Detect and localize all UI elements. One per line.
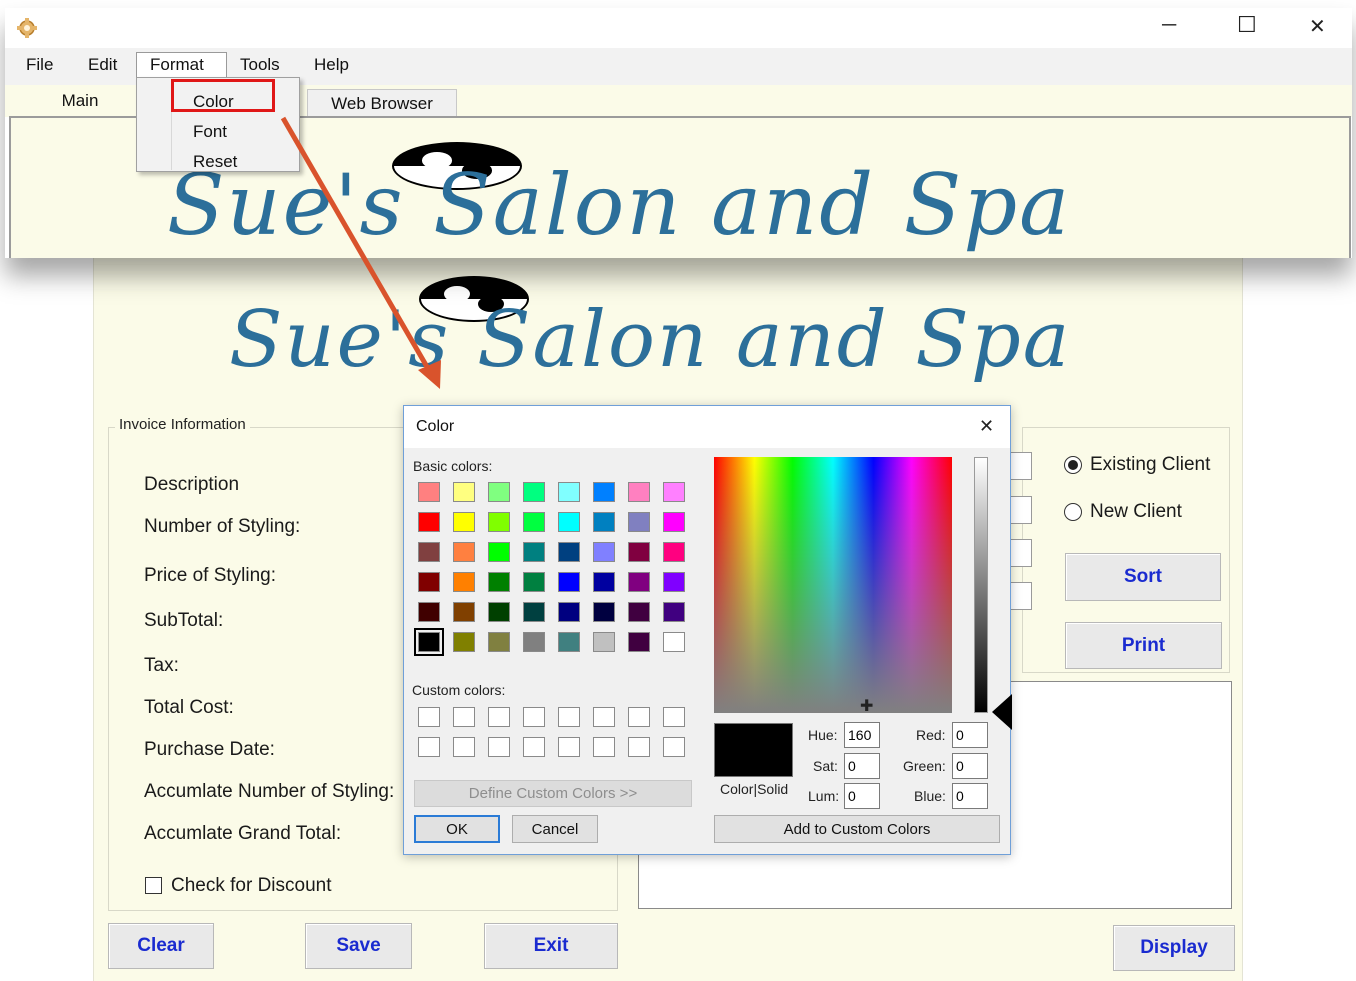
green-input[interactable]: 0 — [952, 753, 988, 779]
color-swatch[interactable] — [523, 632, 545, 652]
color-swatch[interactable] — [523, 482, 545, 502]
color-swatch[interactable] — [628, 572, 650, 592]
color-swatch[interactable] — [488, 602, 510, 622]
custom-color-slot[interactable] — [453, 707, 475, 727]
color-swatch[interactable] — [663, 572, 685, 592]
custom-color-slot[interactable] — [593, 707, 615, 727]
luminosity-pointer-icon[interactable] — [992, 694, 1012, 730]
color-solid-label: Color|Solid — [720, 781, 789, 797]
color-swatch[interactable] — [488, 542, 510, 562]
red-input[interactable]: 0 — [952, 722, 988, 748]
dialog-title: Color — [416, 418, 455, 435]
color-swatch[interactable] — [628, 512, 650, 532]
color-swatch[interactable] — [663, 632, 685, 652]
color-swatch[interactable] — [488, 512, 510, 532]
green-label: Green: — [903, 758, 946, 774]
custom-color-slot[interactable] — [628, 707, 650, 727]
custom-colors-grid — [418, 707, 698, 761]
custom-color-slot[interactable] — [418, 707, 440, 727]
sat-input[interactable]: 0 — [844, 753, 880, 779]
color-swatch[interactable] — [453, 572, 475, 592]
lum-input[interactable]: 0 — [844, 783, 880, 809]
ok-button[interactable]: OK — [414, 815, 500, 843]
basic-colors-grid — [414, 482, 698, 662]
color-swatch[interactable] — [558, 482, 580, 502]
custom-color-slot[interactable] — [523, 737, 545, 757]
color-swatch[interactable] — [453, 542, 475, 562]
custom-color-slot[interactable] — [453, 737, 475, 757]
color-swatch[interactable] — [593, 542, 615, 562]
custom-color-slot[interactable] — [593, 737, 615, 757]
color-swatch[interactable] — [558, 572, 580, 592]
color-swatch[interactable] — [593, 602, 615, 622]
hue-input[interactable]: 160 — [844, 722, 880, 748]
color-swatch[interactable] — [418, 512, 440, 532]
color-swatch[interactable] — [628, 632, 650, 652]
color-swatch[interactable] — [523, 572, 545, 592]
color-dialog: Color ✕ Basic colors: Custom colors: Def… — [403, 405, 1012, 855]
custom-color-slot[interactable] — [488, 737, 510, 757]
cancel-button[interactable]: Cancel — [512, 815, 598, 843]
dialog-title-bar: Color ✕ — [404, 406, 1010, 448]
color-swatch[interactable] — [628, 482, 650, 502]
color-swatch[interactable] — [593, 632, 615, 652]
define-custom-colors-button[interactable]: Define Custom Colors >> — [414, 780, 692, 807]
color-swatch[interactable] — [523, 602, 545, 622]
color-swatch[interactable] — [663, 482, 685, 502]
sat-label: Sat: — [813, 758, 838, 774]
red-label: Red: — [916, 727, 946, 743]
color-swatch[interactable] — [593, 572, 615, 592]
color-swatch[interactable] — [418, 482, 440, 502]
color-swatch[interactable] — [558, 602, 580, 622]
color-swatch[interactable] — [418, 602, 440, 622]
color-swatch[interactable] — [523, 512, 545, 532]
color-swatch[interactable] — [558, 512, 580, 532]
lum-label: Lum: — [808, 788, 840, 804]
color-swatch[interactable] — [523, 542, 545, 562]
color-swatch[interactable] — [628, 542, 650, 562]
color-swatch[interactable] — [488, 482, 510, 502]
color-swatch[interactable] — [488, 632, 510, 652]
add-to-custom-colors-button[interactable]: Add to Custom Colors — [714, 815, 1000, 843]
color-swatch[interactable] — [663, 512, 685, 532]
color-swatch[interactable] — [593, 512, 615, 532]
color-spectrum[interactable] — [714, 457, 952, 713]
color-swatch[interactable] — [453, 512, 475, 532]
luminosity-slider[interactable] — [974, 457, 988, 713]
custom-color-slot[interactable] — [558, 737, 580, 757]
custom-color-slot[interactable] — [663, 737, 685, 757]
custom-color-slot[interactable] — [663, 707, 685, 727]
basic-colors-label: Basic colors: — [413, 458, 493, 474]
color-swatch[interactable] — [414, 628, 444, 656]
dialog-close-button[interactable]: ✕ — [979, 416, 994, 437]
custom-color-slot[interactable] — [488, 707, 510, 727]
hue-label: Hue: — [808, 727, 838, 743]
color-swatch[interactable] — [628, 602, 650, 622]
custom-color-slot[interactable] — [628, 737, 650, 757]
color-swatch[interactable] — [558, 632, 580, 652]
color-swatch[interactable] — [593, 482, 615, 502]
blue-label: Blue: — [914, 788, 946, 804]
custom-colors-label: Custom colors: — [412, 682, 506, 698]
color-swatch[interactable] — [418, 572, 440, 592]
color-swatch[interactable] — [488, 572, 510, 592]
blue-input[interactable]: 0 — [952, 783, 988, 809]
color-swatch[interactable] — [663, 602, 685, 622]
color-swatch[interactable] — [663, 542, 685, 562]
crosshair-icon: ✚ — [860, 698, 874, 715]
custom-color-slot[interactable] — [558, 707, 580, 727]
custom-color-slot[interactable] — [418, 737, 440, 757]
color-swatch[interactable] — [558, 542, 580, 562]
color-swatch[interactable] — [453, 602, 475, 622]
color-swatch[interactable] — [453, 482, 475, 502]
color-swatch[interactable] — [418, 542, 440, 562]
custom-color-slot[interactable] — [523, 707, 545, 727]
color-swatch[interactable] — [453, 632, 475, 652]
color-solid-preview — [714, 723, 793, 777]
